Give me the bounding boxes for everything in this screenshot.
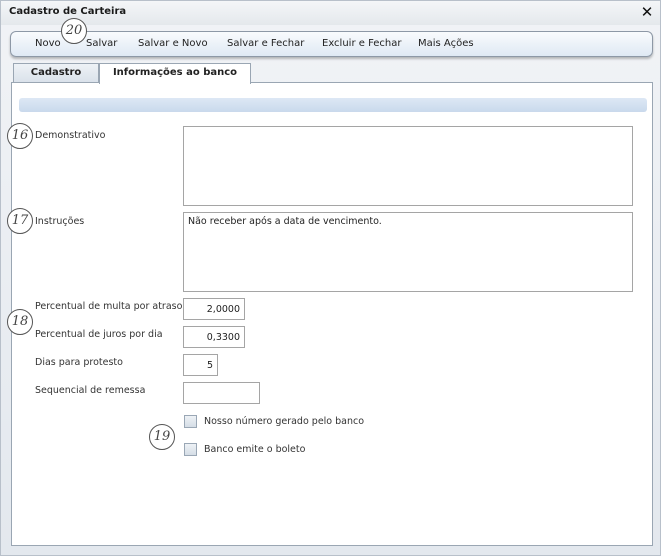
- sequencial-label: Sequencial de remessa: [35, 385, 146, 396]
- instrucoes-label: Instruções: [35, 216, 85, 227]
- toolbar: Novo Salvar Salvar e Novo Salvar e Fecha…: [10, 31, 653, 57]
- title-bar: Cadastro de Carteira ✕: [1, 1, 660, 25]
- callout-18: 18: [7, 309, 33, 335]
- demonstrativo-field[interactable]: [183, 126, 633, 206]
- mais-acoes-button[interactable]: Mais Ações: [418, 38, 474, 49]
- salvar-e-fechar-button[interactable]: Salvar e Fechar: [227, 38, 304, 49]
- callout-16: 16: [7, 123, 33, 149]
- excluir-e-fechar-button[interactable]: Excluir e Fechar: [322, 38, 402, 49]
- tab-panel: Demonstrativo Instruções Não receber apó…: [11, 82, 653, 546]
- callout-19: 19: [149, 424, 175, 450]
- tab-informacoes-ao-banco[interactable]: Informações ao banco: [99, 63, 251, 84]
- nosso-numero-checkbox[interactable]: [184, 415, 197, 428]
- protesto-input[interactable]: [183, 354, 218, 376]
- nosso-numero-label: Nosso número gerado pelo banco: [204, 416, 365, 427]
- demonstrativo-label: Demonstrativo: [35, 130, 106, 141]
- multa-input[interactable]: [183, 298, 245, 320]
- banco-emite-boleto-label: Banco emite o boleto: [204, 444, 306, 455]
- close-icon[interactable]: ✕: [639, 4, 655, 20]
- novo-button[interactable]: Novo: [35, 38, 61, 49]
- window-title: Cadastro de Carteira: [9, 6, 127, 17]
- banco-emite-boleto-checkbox[interactable]: [184, 443, 197, 456]
- multa-label: Percentual de multa por atraso: [35, 301, 183, 312]
- dialog-window: Cadastro de Carteira ✕ Novo Salvar Salva…: [0, 0, 661, 556]
- protesto-label: Dias para protesto: [35, 357, 123, 368]
- salvar-button[interactable]: Salvar: [86, 38, 117, 49]
- callout-20: 20: [61, 18, 87, 44]
- sequencial-input[interactable]: [183, 382, 260, 404]
- section-header-strip: [19, 98, 647, 112]
- callout-17: 17: [7, 208, 33, 234]
- juros-label: Percentual de juros por dia: [35, 329, 163, 340]
- tab-cadastro[interactable]: Cadastro: [13, 63, 99, 83]
- salvar-e-novo-button[interactable]: Salvar e Novo: [138, 38, 208, 49]
- instrucoes-field[interactable]: Não receber após a data de vencimento.: [183, 212, 633, 292]
- juros-input[interactable]: [183, 326, 245, 348]
